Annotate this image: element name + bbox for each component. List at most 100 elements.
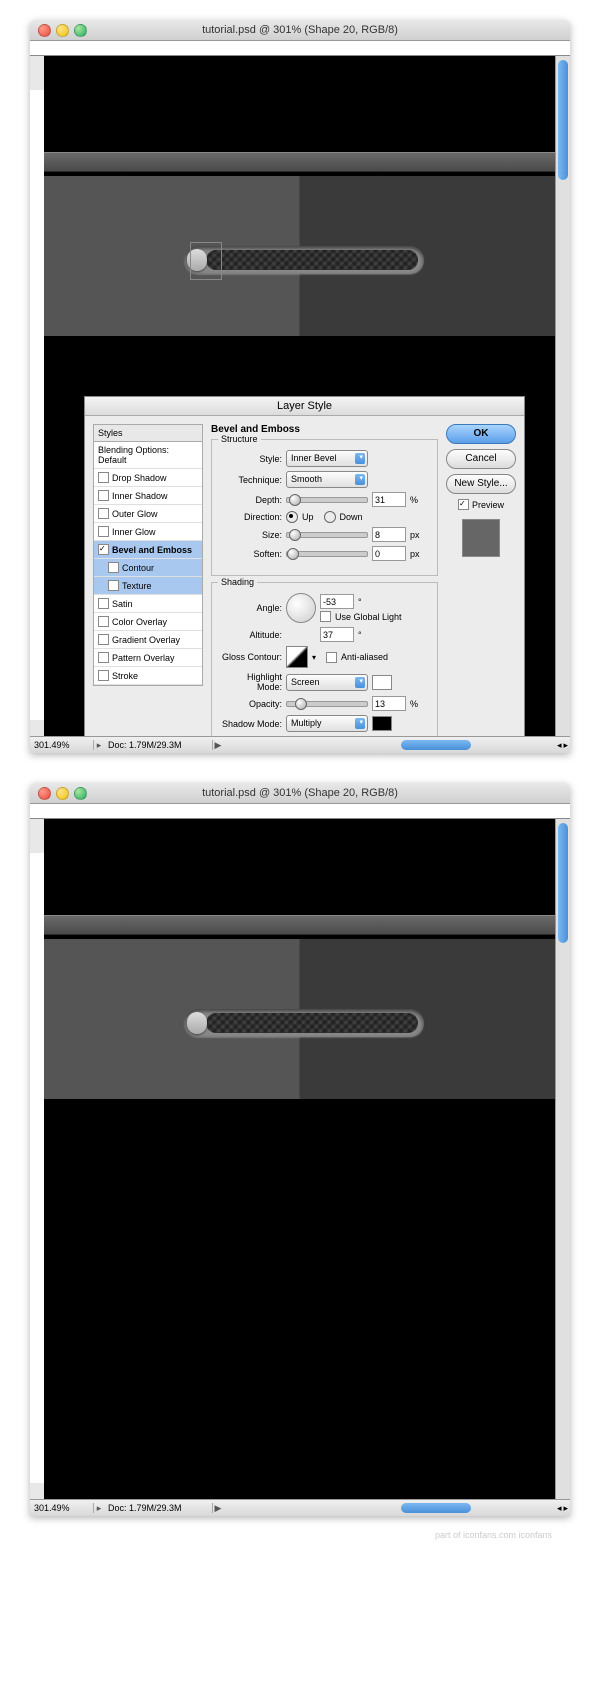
altitude-field[interactable] [320, 627, 354, 642]
zoom-icon[interactable] [74, 787, 87, 800]
shading-fieldset: Shading Angle: ° Use Global Light Altitu… [211, 582, 438, 736]
style-blending-options[interactable]: Blending Options: Default [94, 442, 202, 469]
style-color-overlay[interactable]: Color Overlay [94, 613, 202, 631]
styles-header: Styles [93, 424, 203, 441]
h-scrollbar-thumb[interactable] [401, 1503, 471, 1513]
style-outer-glow[interactable]: Outer Glow [94, 505, 202, 523]
traffic-lights [30, 24, 87, 37]
soften-field[interactable] [372, 546, 406, 561]
direction-up-radio[interactable] [286, 511, 298, 523]
canvas[interactable] [44, 819, 555, 1499]
canvas[interactable]: Layer Style Styles Blending Options: Def… [44, 56, 555, 736]
minimize-icon[interactable] [56, 787, 69, 800]
scroll-left-icon[interactable]: ◂ [557, 1503, 562, 1514]
antialiased-checkbox[interactable] [326, 652, 337, 663]
doc-size[interactable]: Doc: 1.79M/29.3M [104, 1503, 213, 1513]
statusbar-arrow-icon[interactable]: ▸ [94, 740, 104, 751]
close-icon[interactable] [38, 787, 51, 800]
watermark-text: part of iconfans.com iconfans [20, 1530, 580, 1540]
highlight-opacity-field[interactable] [372, 696, 406, 711]
style-satin[interactable]: Satin [94, 595, 202, 613]
statusbar-arrow-icon[interactable]: ▸ [94, 1503, 104, 1514]
soften-slider[interactable] [286, 551, 368, 557]
size-slider[interactable] [286, 532, 368, 538]
technique-select[interactable]: Smooth [286, 471, 368, 488]
shadow-color-swatch[interactable] [372, 716, 392, 731]
scrollbar-thumb[interactable] [558, 60, 568, 180]
style-select[interactable]: Inner Bevel [286, 450, 368, 467]
statusbar: 301.49% ▸ Doc: 1.79M/29.3M ▶ ◂▸ [30, 736, 570, 753]
ruler-horizontal[interactable] [30, 41, 570, 56]
highlight-mode-select[interactable]: Screen [286, 674, 368, 691]
global-light-checkbox[interactable] [320, 611, 331, 622]
zoom-level[interactable]: 301.49% [30, 1503, 94, 1513]
titlebar[interactable]: tutorial.psd @ 301% (Shape 20, RGB/8) [30, 20, 570, 41]
structure-legend: Structure [218, 434, 261, 444]
style-drop-shadow[interactable]: Drop Shadow [94, 469, 202, 487]
scrollbar-thumb[interactable] [558, 823, 568, 943]
pill-cap [187, 1012, 207, 1034]
dialog-buttons: OK Cancel New Style... Preview [446, 424, 516, 736]
artwork-bar [44, 915, 555, 935]
new-style-button[interactable]: New Style... [446, 474, 516, 494]
doc-size[interactable]: Doc: 1.79M/29.3M [104, 740, 213, 750]
styles-list: Blending Options: Default Drop Shadow In… [93, 441, 203, 686]
minimize-icon[interactable] [56, 24, 69, 37]
vertical-scrollbar[interactable] [555, 819, 570, 1499]
structure-fieldset: Structure Style:Inner Bevel Technique:Sm… [211, 439, 438, 576]
ok-button[interactable]: OK [446, 424, 516, 444]
shadow-mode-select[interactable]: Multiply [286, 715, 368, 732]
ruler-vertical[interactable] [30, 853, 45, 1483]
dialog-title[interactable]: Layer Style [85, 397, 524, 416]
photoshop-window-2: tutorial.psd @ 301% (Shape 20, RGB/8) 30… [30, 783, 570, 1516]
style-contour[interactable]: Contour [94, 559, 202, 577]
preview-checkbox[interactable] [458, 499, 469, 510]
cancel-button[interactable]: Cancel [446, 449, 516, 469]
pill-texture [206, 1013, 418, 1033]
h-scrollbar-thumb[interactable] [401, 740, 471, 750]
vertical-scrollbar[interactable] [555, 56, 570, 736]
gloss-contour-picker[interactable] [286, 646, 308, 668]
horizontal-scrollbar[interactable] [231, 738, 540, 752]
titlebar[interactable]: tutorial.psd @ 301% (Shape 20, RGB/8) [30, 783, 570, 804]
depth-slider[interactable] [286, 497, 368, 503]
depth-field[interactable] [372, 492, 406, 507]
window-title: tutorial.psd @ 301% (Shape 20, RGB/8) [30, 24, 570, 36]
settings-column: Bevel and Emboss Structure Style:Inner B… [211, 424, 438, 736]
artwork-pill [184, 1009, 424, 1037]
angle-dial[interactable] [286, 593, 316, 623]
horizontal-scrollbar[interactable] [231, 1501, 540, 1515]
artwork-bar [44, 152, 555, 172]
style-texture[interactable]: Texture [94, 577, 202, 595]
contour-arrow-icon[interactable]: ▾ [312, 653, 316, 662]
zoom-icon[interactable] [74, 24, 87, 37]
scroll-right-icon[interactable]: ▸ [563, 1503, 568, 1514]
angle-field[interactable] [320, 594, 354, 609]
styles-column: Styles Blending Options: Default Drop Sh… [93, 424, 203, 736]
close-icon[interactable] [38, 24, 51, 37]
direction-down-radio[interactable] [324, 511, 336, 523]
selection-box[interactable] [190, 242, 222, 280]
expand-arrow-icon[interactable]: ▶ [213, 1503, 223, 1514]
scroll-left-icon[interactable]: ◂ [557, 740, 562, 751]
ruler-horizontal[interactable] [30, 804, 570, 819]
style-inner-shadow[interactable]: Inner Shadow [94, 487, 202, 505]
size-field[interactable] [372, 527, 406, 542]
photoshop-window-1: tutorial.psd @ 301% (Shape 20, RGB/8) La… [30, 20, 570, 753]
statusbar: 301.49% ▸ Doc: 1.79M/29.3M ▶ ◂▸ [30, 1499, 570, 1516]
traffic-lights [30, 787, 87, 800]
style-bevel-emboss[interactable]: Bevel and Emboss [94, 541, 202, 559]
style-gradient-overlay[interactable]: Gradient Overlay [94, 631, 202, 649]
style-pattern-overlay[interactable]: Pattern Overlay [94, 649, 202, 667]
highlight-opacity-slider[interactable] [286, 701, 368, 707]
window-title: tutorial.psd @ 301% (Shape 20, RGB/8) [30, 787, 570, 799]
layer-style-dialog: Layer Style Styles Blending Options: Def… [84, 396, 525, 736]
preview-swatch [462, 519, 500, 557]
highlight-color-swatch[interactable] [372, 675, 392, 690]
zoom-level[interactable]: 301.49% [30, 740, 94, 750]
ruler-vertical[interactable] [30, 90, 45, 720]
expand-arrow-icon[interactable]: ▶ [213, 740, 223, 751]
style-stroke[interactable]: Stroke [94, 667, 202, 685]
style-inner-glow[interactable]: Inner Glow [94, 523, 202, 541]
scroll-right-icon[interactable]: ▸ [563, 740, 568, 751]
